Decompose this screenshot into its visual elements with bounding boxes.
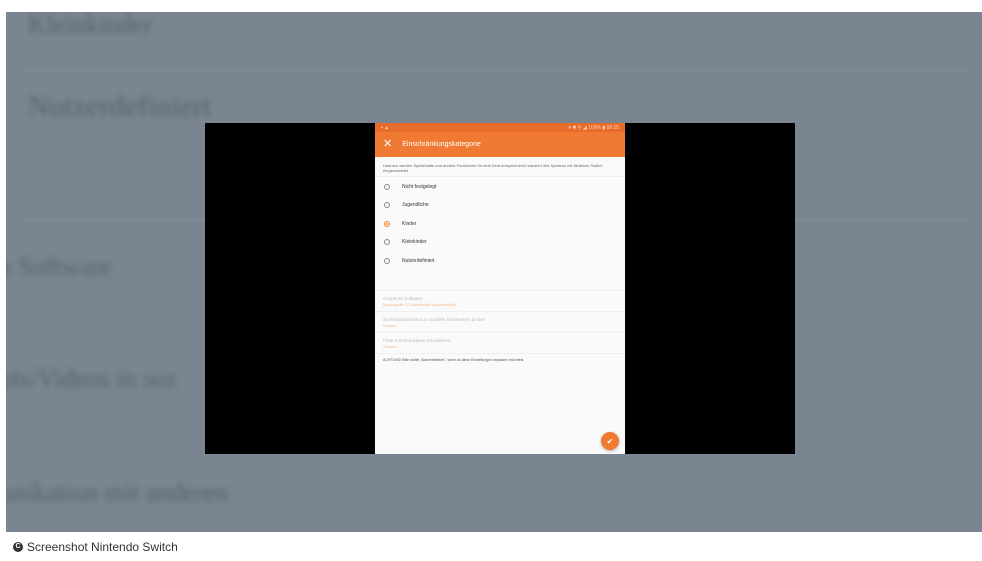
status-bar: ▪ ▲ ▾ ✱ ⚲ ◢ 100% ▮ 09:15 xyxy=(375,123,625,132)
option-nutzerdefiniert[interactable]: Nutzerdefiniert xyxy=(375,251,625,270)
option-label: Kleinkinder xyxy=(402,239,427,246)
setting-subtitle: Gesperrt xyxy=(383,323,397,328)
status-left: ▪ ▲ xyxy=(381,124,390,131)
description-text: Dadurch werden Spielinhalte und andere F… xyxy=(375,157,625,178)
backdrop-text: Kleinkinder xyxy=(28,12,153,39)
radio-selected-icon[interactable] xyxy=(384,220,390,227)
backdrop-text: e Software xyxy=(6,252,112,281)
settings-section: Gesperrte Software Nutzungsalter 12 (vor… xyxy=(375,289,625,366)
option-label: Nicht festgelegt xyxy=(402,183,437,190)
close-icon[interactable]: ✕ xyxy=(383,139,392,150)
option-label: Kinder xyxy=(402,220,417,227)
image-credit: C Screenshot Nintendo Switch xyxy=(0,532,188,561)
setting-subtitle: Gesperrt xyxy=(383,344,397,349)
app-bar-title: Einschränkungskategorie xyxy=(402,141,481,148)
setting-gesperrte-software: Gesperrte Software Nutzungsalter 12 (vor… xyxy=(375,291,625,312)
option-kleinkinder[interactable]: Kleinkinder xyxy=(375,233,625,252)
phone-screen: ▪ ▲ ▾ ✱ ⚲ ◢ 100% ▮ 09:15 ✕ Einschränkung… xyxy=(375,123,625,454)
copyright-icon: C xyxy=(13,541,23,552)
backdrop-text: Nutzerdefiniert xyxy=(28,90,212,123)
setting-title: Gesperrte Software xyxy=(383,295,423,301)
setting-freie-kommunikation: Freie Kommunikation mit anderen Gesperrt xyxy=(375,333,625,354)
option-label: Nutzerdefiniert xyxy=(402,257,435,264)
radio-icon[interactable] xyxy=(384,239,390,246)
video-player[interactable]: ▪ ▲ ▾ ✱ ⚲ ◢ 100% ▮ 09:15 ✕ Einschränkung… xyxy=(205,123,795,454)
option-kinder[interactable]: Kinder xyxy=(375,214,625,233)
option-label: Jugendliche xyxy=(402,202,429,209)
status-right: ▾ ✱ ⚲ ◢ 100% ▮ 09:15 xyxy=(568,124,619,131)
option-jugendliche[interactable]: Jugendliche xyxy=(375,196,625,215)
option-list: Nicht festgelegt Jugendliche Kinder Klei… xyxy=(375,177,625,270)
setting-subtitle: Nutzungsalter 12 (vorbehaltlich Ausnahme… xyxy=(383,302,457,307)
setting-screenshots-posten: Screenshots/Videos in sozialen Netzwerke… xyxy=(375,312,625,333)
confirm-button[interactable]: ✔ xyxy=(601,432,619,450)
radio-icon[interactable] xyxy=(384,202,390,209)
radio-icon[interactable] xyxy=(384,257,390,264)
setting-title: Freie Kommunikation mit anderen xyxy=(383,337,451,343)
warning-note: ACHTUNG! Bitte wähle „Nutzerdefiniert", … xyxy=(383,357,525,362)
credit-text: Screenshot Nintendo Switch xyxy=(27,539,178,554)
backdrop-text: unikation mit anderen xyxy=(6,478,229,507)
backdrop-text: ots/Videos in soz xyxy=(6,364,178,393)
setting-title: Screenshots/Videos in sozialen Netzwerke… xyxy=(383,316,486,322)
radio-icon[interactable] xyxy=(384,183,390,190)
backdrop-divider xyxy=(26,70,966,71)
app-bar: ✕ Einschränkungskategorie xyxy=(375,132,625,157)
check-icon: ✔ xyxy=(606,436,614,446)
option-nicht-festgelegt[interactable]: Nicht festgelegt xyxy=(375,177,625,196)
